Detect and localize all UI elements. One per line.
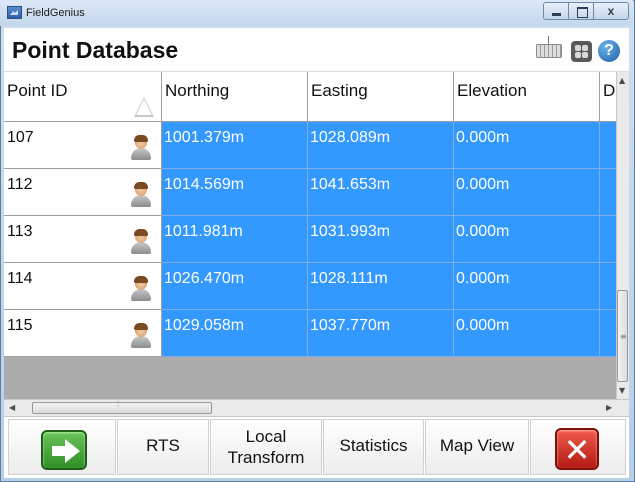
scroll-grip-icon: ⦙	[117, 400, 120, 410]
scroll-up-arrow-icon[interactable]: ▲	[619, 76, 625, 85]
column-header-point-id[interactable]: Point ID	[4, 72, 162, 122]
minimize-button[interactable]	[543, 2, 569, 20]
column-header-elevation[interactable]: Elevation	[454, 72, 600, 122]
title-bar	[0, 0, 633, 26]
point-id-cell: 115	[4, 310, 162, 357]
table-row[interactable]: 107 1001.379m 1028.089m 0.000m	[4, 122, 616, 169]
easting-cell: 1028.111m	[308, 263, 454, 310]
d-cell	[600, 263, 616, 310]
local-transform-label-line2: Transform	[227, 448, 305, 467]
northing-cell: 1029.058m	[162, 310, 308, 357]
person-icon	[130, 276, 152, 301]
point-id: 115	[7, 317, 33, 334]
rts-button-label: RTS	[146, 436, 180, 455]
elevation-cell: 0.000m	[454, 122, 600, 169]
northing-cell: 1014.569m	[162, 169, 308, 216]
table-row[interactable]: 112 1014.569m 1041.653m 0.000m	[4, 169, 616, 216]
person-icon	[130, 182, 152, 207]
d-cell	[600, 216, 616, 263]
table-row[interactable]: 115 1029.058m 1037.770m 0.000m	[4, 310, 616, 357]
table-row[interactable]: 114 1026.470m 1028.111m 0.000m	[4, 263, 616, 310]
d-cell	[600, 169, 616, 216]
scroll-down-arrow-icon[interactable]: ▼	[619, 386, 625, 395]
elevation-cell: 0.000m	[454, 169, 600, 216]
window-title: FieldGenius	[26, 7, 85, 19]
map-view-button-label: Map View	[439, 436, 515, 455]
elevation-cell: 0.000m	[454, 310, 600, 357]
person-icon	[130, 323, 152, 348]
person-icon	[130, 135, 152, 160]
table-row[interactable]: 113 1011.981m 1031.993m 0.000m	[4, 216, 616, 263]
point-id-cell: 112	[4, 169, 162, 216]
close-icon: x	[607, 4, 615, 18]
easting-cell: 1041.653m	[308, 169, 454, 216]
point-id: 114	[7, 270, 33, 287]
page-title: Point Database	[12, 37, 179, 63]
point-id-cell: 107	[4, 122, 162, 169]
scroll-grip-icon: ≡	[620, 332, 627, 341]
rts-button[interactable]: RTS	[117, 419, 209, 475]
page-header: Point Database ?	[4, 28, 629, 72]
easting-cell: 1031.993m	[308, 216, 454, 263]
local-transform-label-line1: Local	[245, 427, 287, 446]
point-id-cell: 113	[4, 216, 162, 263]
sort-ascending-icon	[134, 97, 154, 117]
app-icon	[7, 6, 22, 19]
statistics-button-label: Statistics	[339, 436, 408, 455]
d-cell	[600, 122, 616, 169]
column-header-easting[interactable]: Easting	[308, 72, 454, 122]
easting-cell: 1028.089m	[308, 122, 454, 169]
table-header-row: Point ID Northing Easting Elevation D	[4, 72, 616, 122]
elevation-cell: 0.000m	[454, 263, 600, 310]
d-cell	[600, 310, 616, 357]
scroll-right-arrow-icon[interactable]: ▶	[606, 403, 612, 412]
point-table: Point ID Northing Easting Elevation D 10…	[4, 72, 616, 399]
green-arrow-right-icon	[41, 430, 87, 470]
column-header-label: Point ID	[7, 81, 68, 100]
maximize-button[interactable]	[568, 2, 594, 20]
easting-cell: 1037.770m	[308, 310, 454, 357]
column-header-northing[interactable]: Northing	[162, 72, 308, 122]
point-id: 112	[7, 176, 33, 193]
northing-cell: 1001.379m	[162, 122, 308, 169]
northing-cell: 1026.470m	[162, 263, 308, 310]
statistics-button[interactable]: Statistics	[323, 419, 424, 475]
options-icon[interactable]	[571, 41, 592, 62]
person-icon	[130, 229, 152, 254]
northing-cell: 1011.981m	[162, 216, 308, 263]
horizontal-scroll-thumb[interactable]	[32, 402, 212, 414]
point-id: 107	[7, 129, 34, 146]
scroll-left-arrow-icon[interactable]: ◀	[9, 403, 15, 412]
column-header-d[interactable]: D	[600, 72, 616, 122]
point-id-cell: 114	[4, 263, 162, 310]
point-id: 113	[7, 223, 33, 240]
local-transform-button[interactable]: Local Transform	[210, 419, 322, 475]
map-view-button[interactable]: Map View	[425, 419, 529, 475]
help-icon[interactable]: ?	[598, 40, 620, 62]
keyboard-icon[interactable]	[536, 36, 562, 58]
close-window-button[interactable]: x	[593, 2, 629, 20]
elevation-cell: 0.000m	[454, 216, 600, 263]
red-x-icon: ✕	[555, 428, 599, 470]
